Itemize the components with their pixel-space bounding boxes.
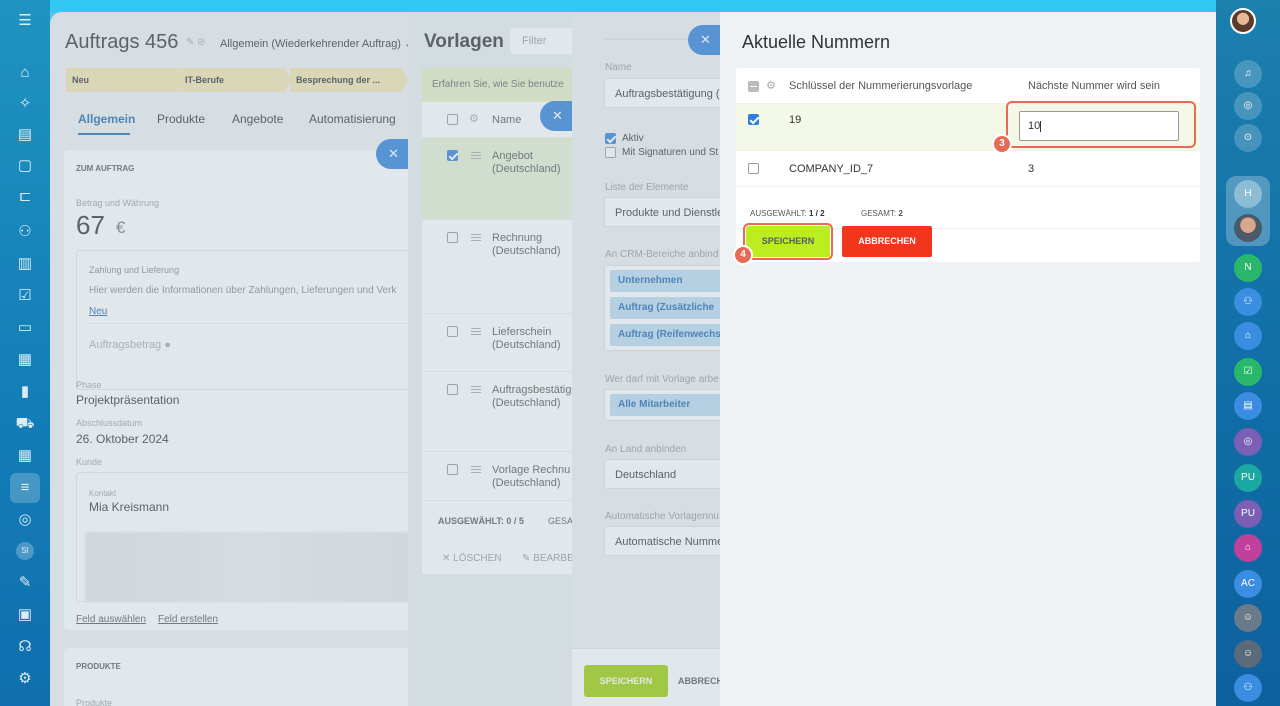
left-sidebar: ☰ ⌂ ✧ ▤ ▢ ⊏ ⚇ ▥ ☑ ▭ ▦ ▮ ⛟ ▦ ≡ ◎ SI ✎ ▣ ☊…	[0, 0, 50, 706]
current-numbers-panel: Aktuelle Nummern ⚙ Schlüssel der Nummeri…	[720, 12, 1216, 706]
next-number: 3	[1028, 163, 1035, 175]
key-value: COMPANY_ID_7	[789, 163, 874, 175]
drive-icon[interactable]: ▭	[14, 317, 36, 339]
home-icon[interactable]: ⌂	[14, 62, 36, 84]
sites-badge[interactable]: SI	[16, 542, 34, 560]
lock-icon[interactable]: ⌂	[1234, 322, 1262, 350]
step-badge-4: 4	[733, 245, 753, 265]
modal-title: Aktuelle Nummern	[742, 32, 891, 52]
gear-icon[interactable]: ⚙	[766, 79, 776, 92]
docs-icon[interactable]: ▥	[14, 253, 36, 275]
avatar[interactable]: AC	[1234, 570, 1262, 598]
crm-filter-icon[interactable]: ≡	[10, 473, 40, 503]
user-avatar[interactable]	[1230, 8, 1256, 34]
users-icon[interactable]: ⚇	[1234, 674, 1262, 702]
total-label: GESAMT:	[861, 209, 897, 218]
menu-icon[interactable]: ☰	[14, 10, 36, 32]
avatar[interactable]: PU	[1234, 464, 1262, 492]
key-value: 19	[789, 114, 802, 126]
select-all-checkbox[interactable]	[748, 81, 759, 92]
openline-icon[interactable]: ◎	[1234, 428, 1262, 456]
column-key[interactable]: Schlüssel der Nummerierungsvorlage	[789, 80, 972, 92]
avatar[interactable]	[1234, 214, 1262, 242]
card-icon[interactable]: ▣	[14, 604, 36, 626]
total-count: GESAMT: 2	[861, 209, 903, 218]
tasks-icon[interactable]: ☑	[14, 285, 36, 307]
headset-icon[interactable]: ☊	[14, 636, 36, 658]
target-icon[interactable]: ◎	[14, 509, 36, 531]
settings-icon[interactable]: ⚙	[14, 668, 36, 690]
cart-icon[interactable]: ⛟	[14, 413, 36, 435]
document-icon[interactable]: ▤	[14, 124, 36, 146]
chat-icon[interactable]: ▢	[14, 155, 36, 177]
overlay-shade	[50, 12, 720, 706]
row-checkbox[interactable]	[748, 114, 759, 125]
selected-count: AUSGEWÄHLT: 1 / 2	[750, 209, 825, 218]
right-sidebar: ♫ ◎ ⊙ H N ⚇ ⌂ ☑ ▤ ◎ PU PU ⌂ AC ☺ ☺ ⚇	[1216, 0, 1280, 706]
sparkle-icon[interactable]: ✧	[14, 93, 36, 115]
task-chat-icon[interactable]: ☑	[1234, 358, 1262, 386]
people-icon[interactable]: ⚇	[14, 221, 36, 243]
modal-cancel-button[interactable]: ABBRECHEN	[842, 226, 932, 257]
bell-icon[interactable]: ♫	[1234, 60, 1262, 88]
row-checkbox[interactable]	[748, 163, 759, 174]
avatar[interactable]: H	[1234, 180, 1262, 208]
step-badge-3: 3	[992, 134, 1012, 154]
group-chat-icon[interactable]: ⚇	[1234, 288, 1262, 316]
table-row[interactable]: COMPANY_ID_7 3	[736, 151, 1200, 187]
edit-icon[interactable]: ✎	[14, 572, 36, 594]
copilot-icon[interactable]: ◎	[1234, 92, 1262, 120]
search-icon[interactable]: ⊙	[1234, 124, 1262, 152]
save-highlight	[743, 223, 833, 260]
message-icon[interactable]: ▤	[1234, 392, 1262, 420]
feed-icon[interactable]: ⊏	[14, 186, 36, 208]
selected-value: 1 / 2	[808, 209, 825, 218]
numbers-header-row: ⚙ Schlüssel der Nummerierungsvorlage Näc…	[736, 68, 1200, 104]
input-highlight	[1006, 101, 1196, 148]
total-value: 2	[898, 209, 903, 218]
column-next[interactable]: Nächste Nummer wird sein	[1028, 80, 1160, 92]
selected-label: AUSGEWÄHLT:	[750, 209, 807, 218]
analytics-icon[interactable]: ▮	[14, 381, 36, 403]
avatar[interactable]: ☺	[1234, 604, 1262, 632]
avatar[interactable]: PU	[1234, 500, 1262, 528]
calendar-icon[interactable]: ▦	[14, 445, 36, 467]
lock-icon[interactable]: ⌂	[1234, 534, 1262, 562]
board-icon[interactable]: ▦	[14, 349, 36, 371]
avatar[interactable]: N	[1234, 254, 1262, 282]
avatar[interactable]: ☺	[1234, 640, 1262, 668]
